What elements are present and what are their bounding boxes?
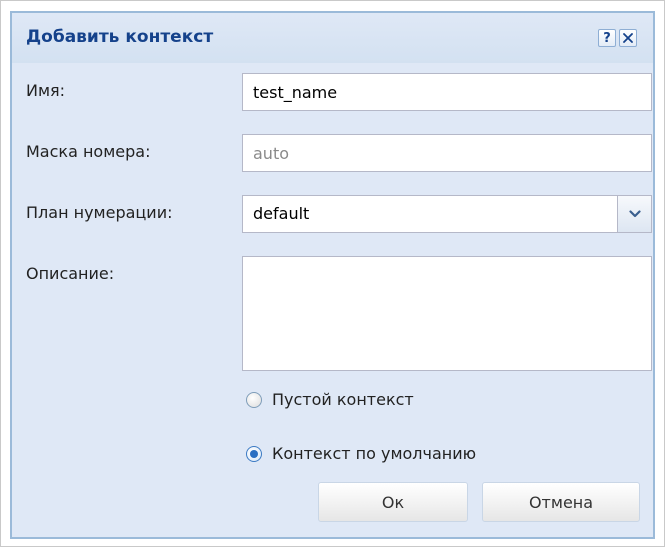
dialog-title: Добавить контекст [26, 27, 214, 47]
mask-input[interactable] [242, 134, 652, 172]
add-context-dialog: Добавить контекст ? Имя: Маска номера: П… [10, 11, 655, 539]
help-button[interactable]: ? [598, 29, 616, 47]
question-icon: ? [603, 30, 611, 46]
name-input[interactable] [242, 73, 652, 111]
radio-default-context-label: Контекст по умолчанию [272, 444, 477, 463]
radio-button-checked[interactable] [246, 445, 262, 462]
radio-default-context[interactable]: Контекст по умолчанию [246, 444, 476, 463]
radio-selected-dot [250, 449, 258, 458]
plan-select-trigger[interactable] [617, 196, 651, 232]
plan-select-value: default [253, 204, 310, 223]
description-label: Описание: [26, 264, 115, 283]
radio-empty-context[interactable]: Пустой контекст [246, 390, 414, 409]
plan-label: План нумерации: [26, 203, 173, 222]
mask-label: Маска номера: [26, 142, 151, 161]
radio-empty-context-label: Пустой контекст [272, 390, 414, 409]
close-button[interactable] [619, 29, 637, 47]
dialog-titlebar: Добавить контекст ? [12, 13, 653, 63]
radio-button-unchecked[interactable] [246, 391, 262, 408]
dialog-body: Имя: Маска номера: План нумерации: defau… [12, 63, 653, 537]
cancel-button[interactable]: Отмена [482, 482, 640, 522]
name-label: Имя: [26, 81, 66, 100]
plan-select[interactable]: default [242, 195, 652, 233]
ok-button[interactable]: Ок [318, 482, 468, 522]
close-icon [623, 33, 633, 43]
chevron-down-icon [628, 210, 641, 218]
description-textarea[interactable] [242, 256, 652, 371]
